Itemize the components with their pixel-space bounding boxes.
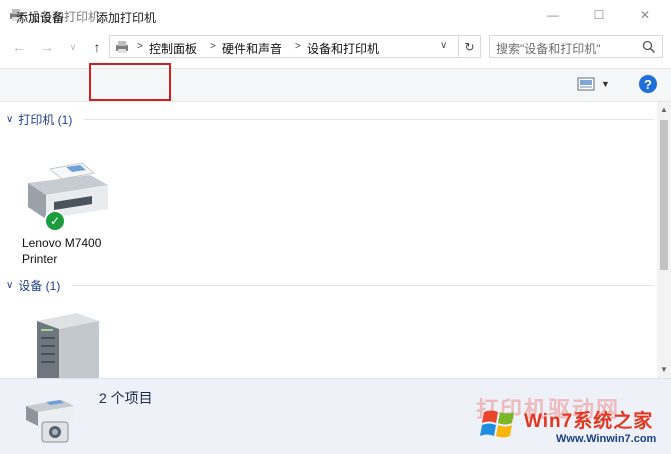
refresh-button[interactable]: ↻ bbox=[459, 35, 481, 58]
maximize-icon: ☐ bbox=[593, 8, 605, 22]
group-header-printers[interactable]: ∨ 打印机 (1) bbox=[6, 111, 72, 128]
forward-button[interactable]: → bbox=[38, 38, 56, 56]
arrow-up-icon: ↑ bbox=[93, 39, 101, 55]
computer-tower-icon[interactable] bbox=[33, 307, 103, 378]
breadcrumb-devices-printers[interactable]: 设备和打印机 bbox=[307, 40, 379, 57]
watermark-title-text: Win7系统之家 bbox=[524, 411, 654, 432]
search-placeholder: 搜索"设备和打印机" bbox=[496, 42, 601, 56]
group-header-devices[interactable]: ∨ 设备 (1) bbox=[6, 277, 60, 294]
group-label: 打印机 (1) bbox=[18, 113, 73, 127]
back-button[interactable]: ← bbox=[10, 38, 28, 56]
item-count-label: 2 个项目 bbox=[99, 390, 153, 406]
address-bar[interactable]: > 控制面板 > 硬件和声音 > 设备和打印机 ∨ bbox=[109, 35, 459, 58]
vertical-scrollbar[interactable]: ▲ ▼ bbox=[657, 102, 671, 378]
chevron-down-icon: ∨ bbox=[6, 280, 14, 291]
chevron-down-icon: ∨ bbox=[6, 114, 14, 125]
refresh-icon: ↻ bbox=[464, 39, 475, 54]
search-icon bbox=[642, 40, 656, 54]
maximize-button[interactable]: ☐ bbox=[576, 0, 622, 30]
group-divider bbox=[84, 119, 654, 120]
printer-name-label[interactable]: Lenovo M7400 Printer bbox=[22, 235, 132, 267]
change-view-icon[interactable] bbox=[577, 77, 595, 91]
watermark-url-text: Www.Winwin7.com bbox=[556, 433, 657, 445]
scroll-down-icon[interactable]: ▼ bbox=[660, 365, 668, 374]
breadcrumb-separator-icon[interactable]: > bbox=[210, 41, 216, 52]
windows-logo-icon bbox=[480, 410, 514, 438]
add-device-button[interactable]: 添加设备 bbox=[16, 9, 64, 26]
devices-printers-large-icon bbox=[26, 400, 74, 443]
help-icon[interactable]: ? bbox=[639, 75, 657, 93]
breadcrumb-separator-icon[interactable]: > bbox=[295, 41, 301, 52]
minimize-icon: — bbox=[547, 8, 559, 22]
scroll-up-icon[interactable]: ▲ bbox=[660, 105, 668, 114]
printer-name-line2: Printer bbox=[22, 252, 58, 266]
arrow-left-icon: ← bbox=[12, 39, 26, 55]
breadcrumb-control-panel[interactable]: 控制面板 bbox=[149, 40, 197, 57]
group-divider bbox=[72, 285, 654, 286]
add-printer-button[interactable]: 添加打印机 bbox=[96, 9, 156, 26]
close-icon: ✕ bbox=[639, 8, 651, 22]
devices-printers-location-icon bbox=[116, 41, 128, 53]
default-printer-check-icon: ✓ bbox=[44, 210, 66, 232]
arrow-right-icon: → bbox=[40, 39, 54, 55]
items-view: ∨ 打印机 (1) ✓ Lenovo M7400 Printer ∨ 设备 (1… bbox=[0, 102, 657, 378]
view-dropdown-icon[interactable]: ▼ bbox=[601, 79, 610, 89]
chevron-down-icon: ∨ bbox=[69, 41, 77, 52]
annotation-highlight-box bbox=[89, 63, 171, 101]
close-button[interactable]: ✕ bbox=[622, 0, 668, 30]
address-dropdown-icon[interactable]: ∨ bbox=[440, 40, 447, 51]
breadcrumb-separator-icon[interactable]: > bbox=[137, 41, 143, 52]
scrollbar-thumb[interactable] bbox=[660, 120, 668, 270]
search-input[interactable]: 搜索"设备和打印机" bbox=[489, 35, 663, 58]
minimize-button[interactable]: — bbox=[530, 0, 576, 30]
recent-locations-button[interactable]: ∨ bbox=[64, 38, 82, 56]
group-label: 设备 (1) bbox=[18, 279, 61, 293]
breadcrumb-hardware-sound[interactable]: 硬件和声音 bbox=[222, 40, 282, 57]
up-button[interactable]: ↑ bbox=[88, 38, 106, 56]
printer-name-line1: Lenovo M7400 bbox=[22, 236, 102, 250]
